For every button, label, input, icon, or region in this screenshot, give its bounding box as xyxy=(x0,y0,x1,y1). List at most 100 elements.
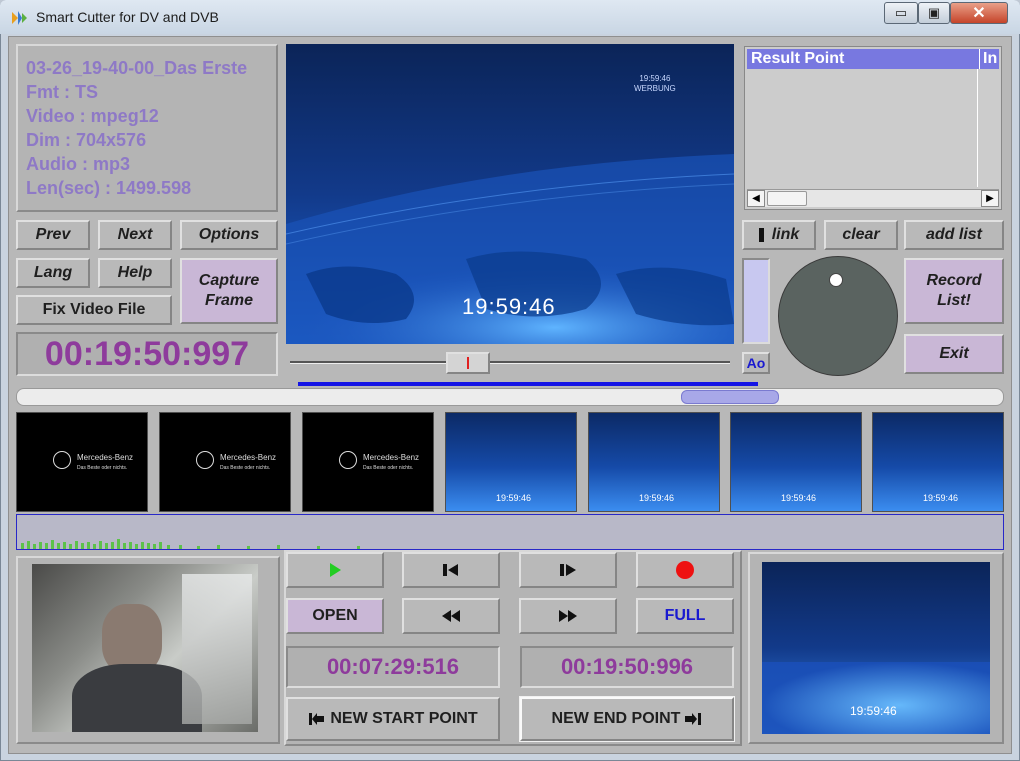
thumbnail-5[interactable]: 19:59:46 xyxy=(588,412,720,512)
record-list-button[interactable]: Record List! xyxy=(904,258,1004,324)
waveform-graphic xyxy=(21,539,360,549)
info-video: Video : mpeg12 xyxy=(26,106,159,126)
info-filename: 03-26_19-40-00_Das Erste xyxy=(26,58,248,78)
slider-thumb[interactable] xyxy=(446,352,490,374)
main-video-view[interactable]: 19:59:46 WERBUNG 19:59:46 xyxy=(286,44,734,344)
maximize-button[interactable]: ▣ xyxy=(918,2,950,24)
fast-forward-button[interactable] xyxy=(519,598,617,634)
audio-waveform[interactable] xyxy=(16,514,1004,550)
link-checkbox-icon xyxy=(758,228,764,242)
thumbnail-time: 19:59:46 xyxy=(639,493,675,503)
thumbnail-1[interactable]: Mercedes-Benz Das Beste oder nichts. xyxy=(16,412,148,512)
thumb-caption-line-1: Mercedes-Benz xyxy=(77,453,134,462)
start-point-arrow-icon xyxy=(309,713,325,725)
full-button[interactable]: FULL xyxy=(636,598,734,634)
result-point-list[interactable]: Result Point In ◀ ▶ xyxy=(744,46,1002,210)
thumbnail-caption: Mercedes-Benz Das Beste oder nichts. xyxy=(77,453,133,473)
thumbnail-time: 19:59:46 xyxy=(781,493,817,503)
current-time-display: 00:19:50:997 xyxy=(16,332,278,376)
next-frame-button[interactable] xyxy=(519,552,617,588)
result-in-header[interactable]: In xyxy=(979,49,999,69)
thumbnail-3[interactable]: Mercedes-Benz Das Beste oder nichts. xyxy=(302,412,434,512)
mercedes-star-icon xyxy=(196,451,214,469)
thumbnail-6[interactable]: 19:59:46 xyxy=(730,412,862,512)
thumbnail-2[interactable]: Mercedes-Benz Das Beste oder nichts. xyxy=(159,412,291,512)
video-position-slider[interactable] xyxy=(286,350,734,376)
close-button[interactable]: ✕ xyxy=(950,2,1008,24)
info-audio: Audio : mp3 xyxy=(26,154,130,174)
capture-frame-button[interactable]: Capture Frame xyxy=(180,258,278,324)
file-info-panel: 03-26_19-40-00_Das Erste Fmt : TS Video … xyxy=(16,44,278,212)
thumbnail-7[interactable]: 19:59:46 xyxy=(872,412,1004,512)
globe-glow-shape xyxy=(762,662,990,734)
add-list-button[interactable]: add list xyxy=(904,220,1004,250)
end-time-text: 00:19:50:996 xyxy=(560,654,694,679)
rewind-button[interactable] xyxy=(402,598,500,634)
volume-slider[interactable] xyxy=(742,258,770,344)
open-button[interactable]: OPEN xyxy=(286,598,384,634)
info-dimensions: Dim : 704x576 xyxy=(26,130,147,150)
scroll-right-icon[interactable]: ▶ xyxy=(981,190,999,207)
thumb-caption-line-1: Mercedes-Benz xyxy=(363,453,420,462)
lang-button[interactable]: Lang xyxy=(16,258,90,288)
end-point-arrow-icon xyxy=(685,713,702,725)
record-icon xyxy=(676,561,694,579)
step-forward-icon xyxy=(560,564,576,576)
thumbnail-4[interactable]: 19:59:46 xyxy=(445,412,577,512)
start-time-text: 00:07:29:516 xyxy=(326,654,460,679)
info-length: Len(sec) : 1499.598 xyxy=(26,178,192,198)
jog-dial[interactable] xyxy=(778,256,898,376)
capture-frame-label-1: Capture xyxy=(198,272,260,289)
video-overlay-time: 19:59:46 xyxy=(462,294,556,319)
thumb-caption-line-2: Das Beste oder nichts. xyxy=(363,465,414,471)
record-button[interactable] xyxy=(636,552,734,588)
camera-preview-panel xyxy=(16,556,280,744)
camera-preview-image xyxy=(32,564,258,732)
rewind-icon xyxy=(442,610,460,622)
play-button[interactable] xyxy=(286,552,384,588)
video-corner-logo: 19:59:46 WERBUNG xyxy=(634,74,676,94)
link-button[interactable]: link xyxy=(742,220,816,250)
ao-button[interactable]: Ao xyxy=(742,352,770,374)
thumbnail-caption: Mercedes-Benz Das Beste oder nichts. xyxy=(363,453,419,473)
clear-button[interactable]: clear xyxy=(824,220,898,250)
thumbnail-time: 19:59:46 xyxy=(923,493,959,503)
thumbnail-caption: Mercedes-Benz Das Beste oder nichts. xyxy=(220,453,276,473)
result-point-header[interactable]: Result Point xyxy=(747,49,979,69)
jog-dial-knob[interactable] xyxy=(829,273,843,287)
new-end-point-button[interactable]: NEW END POINT xyxy=(519,696,735,742)
preview-overlay-time: 19:59:46 xyxy=(850,704,897,718)
new-start-point-button[interactable]: NEW START POINT xyxy=(286,697,500,741)
window-title: Smart Cutter for DV and DVB xyxy=(36,9,219,25)
start-time-display: 00:07:29:516 xyxy=(286,646,500,688)
timeline-scroll-thumb[interactable] xyxy=(681,390,779,404)
timeline-scrollbar[interactable] xyxy=(16,388,1004,406)
window-light-shape xyxy=(182,574,252,724)
new-start-point-label: NEW START POINT xyxy=(330,710,478,727)
minimize-button[interactable]: ▭ xyxy=(884,2,918,24)
slider-track xyxy=(290,361,730,364)
help-button[interactable]: Help xyxy=(98,258,172,288)
next-button[interactable]: Next xyxy=(98,220,172,250)
step-back-icon xyxy=(443,564,458,576)
scroll-left-icon[interactable]: ◀ xyxy=(747,190,765,207)
options-button[interactable]: Options xyxy=(180,220,278,250)
column-divider xyxy=(977,69,978,187)
prev-button[interactable]: Prev xyxy=(16,220,90,250)
current-time-text: 00:19:50:997 xyxy=(44,334,250,373)
scroll-thumb[interactable] xyxy=(767,191,807,206)
play-icon xyxy=(330,563,341,577)
app-logo-icon xyxy=(12,11,27,25)
exit-button[interactable]: Exit xyxy=(904,334,1004,374)
fast-forward-icon xyxy=(559,610,577,622)
horizontal-scrollbar[interactable]: ◀ ▶ xyxy=(747,189,999,207)
thumb-caption-line-2: Das Beste oder nichts. xyxy=(77,465,128,471)
fix-video-file-button[interactable]: Fix Video File xyxy=(16,295,172,325)
output-preview-panel: 19:59:46 xyxy=(748,552,1004,744)
title-bar[interactable]: Smart Cutter for DV and DVB ▭ ▣ ✕ xyxy=(0,0,1020,34)
prev-frame-button[interactable] xyxy=(402,552,500,588)
corner-logo-line-1: 19:59:46 xyxy=(639,74,671,83)
end-time-display: 00:19:50:996 xyxy=(520,646,734,688)
slider-thumb-marker xyxy=(467,357,469,369)
output-preview-image: 19:59:46 xyxy=(762,562,990,734)
